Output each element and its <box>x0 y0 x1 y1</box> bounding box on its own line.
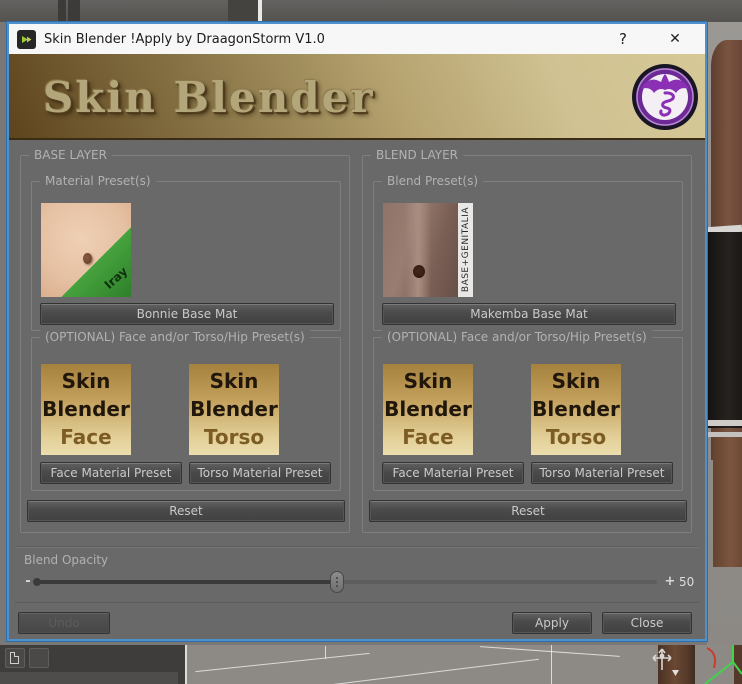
character-tank-top <box>707 232 742 428</box>
bonnie-base-thumbnail[interactable]: Iray <box>41 203 131 297</box>
viewport-axis-gizmo <box>704 645 742 684</box>
apply-button[interactable]: Apply <box>512 612 592 634</box>
pane-divider <box>258 0 262 22</box>
thumb-line: Skin <box>61 369 111 393</box>
makemba-base-thumbnail[interactable]: BASE+GENITALIA <box>383 203 473 297</box>
viewport-split-divider <box>185 645 187 684</box>
base-material-preset-label: Material Preset(s) <box>40 174 156 188</box>
background-toolbar-strip <box>0 0 742 22</box>
thumb-line: Skin <box>551 369 601 393</box>
thumbnail-side-strip: BASE+GENITALIA <box>458 203 473 297</box>
opacity-value: 50 <box>679 575 695 589</box>
dialog-titlebar[interactable]: Skin Blender !Apply by DraagonStorm V1.0… <box>9 24 705 54</box>
skin-blender-face-thumbnail[interactable]: Skin Blender Face <box>41 364 131 455</box>
new-document-icon <box>10 652 19 664</box>
blend-torso-material-preset-button[interactable]: Torso Material Preset <box>531 462 673 484</box>
navel-detail <box>413 265 425 278</box>
toolbar-divider <box>68 0 80 22</box>
banner-title: Skin Blender <box>43 73 375 122</box>
grid-line <box>195 652 370 673</box>
blend-opacity-slider[interactable] <box>33 571 657 593</box>
base-optional-preset-group: (OPTIONAL) Face and/or Torso/Hip Preset(… <box>31 330 341 491</box>
draagonstorm-dragon-logo <box>631 63 699 131</box>
undo-button[interactable]: Undo <box>18 612 110 634</box>
blend-face-material-preset-button[interactable]: Face Material Preset <box>382 462 524 484</box>
blend-optional-label: (OPTIONAL) Face and/or Torso/Hip Preset(… <box>382 330 652 344</box>
blend-optional-preset-group: (OPTIONAL) Face and/or Torso/Hip Preset(… <box>373 330 683 491</box>
thumb-line: Face <box>60 425 112 449</box>
makemba-base-mat-button[interactable]: Makemba Base Mat <box>382 303 676 325</box>
base-layer-label: BASE LAYER <box>29 148 112 162</box>
blend-reset-button[interactable]: Reset <box>369 500 687 522</box>
thumb-line: Blender <box>42 397 130 421</box>
blend-layer-group: BLEND LAYER Blend Preset(s) BASE+GENITAL… <box>362 148 692 533</box>
banner: Skin Blender <box>9 54 705 140</box>
open-document-button[interactable] <box>29 648 49 668</box>
close-icon[interactable]: ✕ <box>653 24 697 54</box>
character-hem-trim <box>707 420 742 426</box>
close-button[interactable]: Close <box>602 612 692 634</box>
base-material-preset-group: Material Preset(s) Iray Bonnie Base Mat <box>31 174 341 331</box>
new-document-button[interactable] <box>5 648 25 668</box>
daz-studio-app-icon <box>17 29 36 49</box>
base-layer-group: BASE LAYER Material Preset(s) Iray Bonni… <box>20 148 350 533</box>
thumb-line: Skin <box>209 369 259 393</box>
bottom-panel-bar <box>0 672 178 684</box>
base-face-material-preset-button[interactable]: Face Material Preset <box>40 462 182 484</box>
skin-blender-face-thumbnail[interactable]: Skin Blender Face <box>383 364 473 455</box>
slider-handle[interactable] <box>330 571 345 593</box>
grid-line <box>480 646 620 657</box>
opacity-increment-button[interactable]: + <box>664 574 676 589</box>
pose-tool-icon[interactable] <box>648 646 682 680</box>
base-reset-button[interactable]: Reset <box>27 500 345 522</box>
thumb-line: Skin <box>403 369 453 393</box>
character-hip <box>713 437 742 567</box>
blend-opacity-label: Blend Opacity <box>24 553 109 567</box>
blend-preset-label: Blend Preset(s) <box>382 174 484 188</box>
help-icon[interactable]: ? <box>601 24 645 54</box>
skin-highlight <box>405 203 431 297</box>
blend-layer-label: BLEND LAYER <box>371 148 464 162</box>
section-divider <box>15 546 699 547</box>
skin-blender-torso-thumbnail[interactable]: Skin Blender Torso <box>531 364 621 455</box>
thumb-line: Torso <box>203 425 265 449</box>
grid-tick <box>325 646 326 659</box>
viewport-bottom-strip[interactable] <box>0 645 742 684</box>
toolbar-divider <box>58 0 66 22</box>
base-torso-material-preset-button[interactable]: Torso Material Preset <box>189 462 331 484</box>
skin-blender-torso-thumbnail[interactable]: Skin Blender Torso <box>189 364 279 455</box>
toolbar-block <box>228 0 258 22</box>
viewport-right-strip[interactable] <box>706 22 742 645</box>
thumb-line: Torso <box>545 425 607 449</box>
thumb-line: Face <box>402 425 454 449</box>
base-optional-label: (OPTIONAL) Face and/or Torso/Hip Preset(… <box>40 330 310 344</box>
thumbnail-side-text: BASE+GENITALIA <box>460 207 471 293</box>
dialog-title: Skin Blender !Apply by DraagonStorm V1.0 <box>44 31 325 47</box>
bonnie-base-mat-button[interactable]: Bonnie Base Mat <box>40 303 334 325</box>
bottom-panel <box>0 645 185 684</box>
thumb-line: Blender <box>190 397 278 421</box>
skin-blender-dialog: Skin Blender !Apply by DraagonStorm V1.0… <box>7 22 707 641</box>
blend-preset-group: Blend Preset(s) BASE+GENITALIA Makemba B… <box>373 174 683 331</box>
section-divider <box>15 602 699 603</box>
thumb-line: Blender <box>384 397 472 421</box>
thumb-line: Blender <box>532 397 620 421</box>
